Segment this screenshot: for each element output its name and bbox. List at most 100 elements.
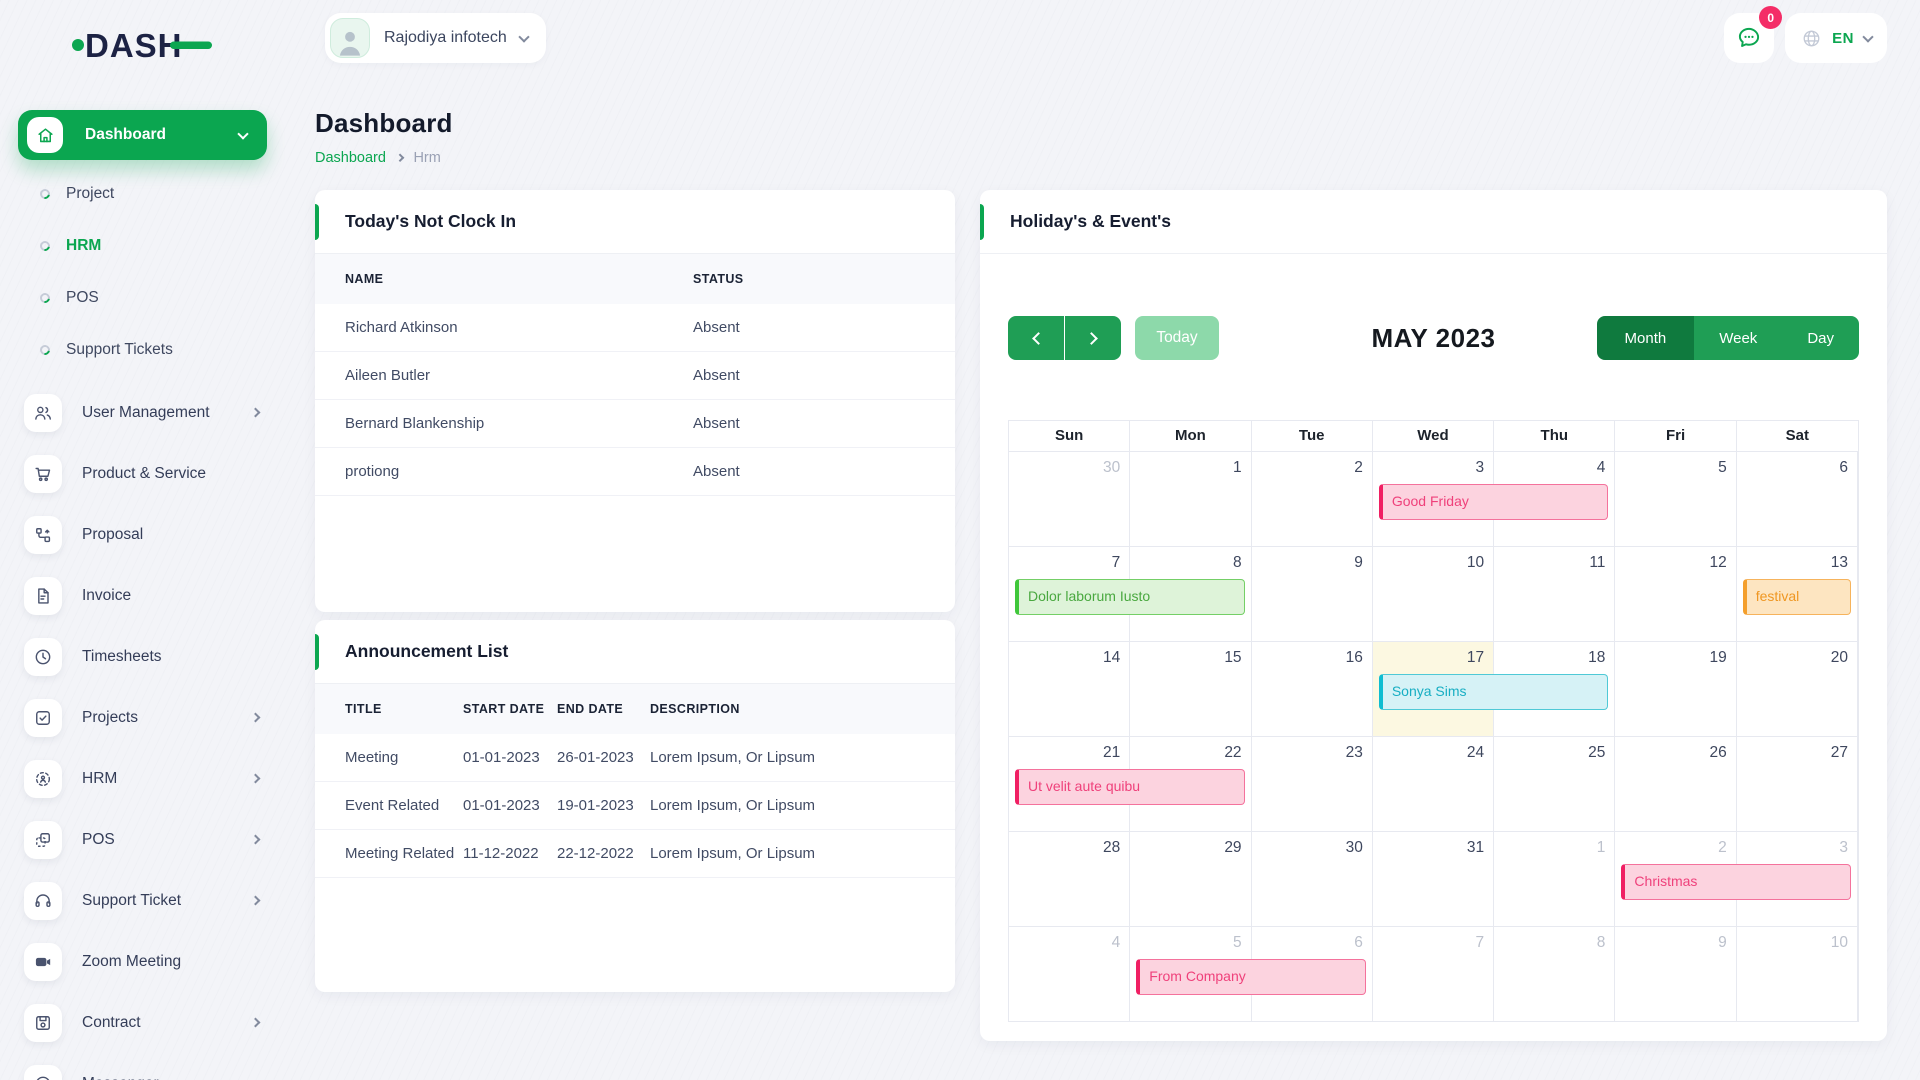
sidebar-subitem-project[interactable]: Project — [0, 168, 285, 220]
cart-icon — [24, 455, 62, 493]
end-date: 22-12-2022 — [557, 845, 650, 862]
day-cell[interactable]: 4 — [1009, 927, 1130, 1021]
day-cell[interactable]: 8 — [1494, 927, 1615, 1021]
day-cell[interactable]: 7 — [1373, 927, 1494, 1021]
day-cell[interactable]: 12 — [1615, 547, 1736, 641]
calendar-event[interactable]: festival — [1743, 579, 1851, 615]
day-cell[interactable]: 6 — [1737, 452, 1858, 546]
calendar-event[interactable]: Sonya Sims — [1379, 674, 1609, 710]
day-cell[interactable]: 24 — [1373, 737, 1494, 831]
card-header: Announcement List — [315, 620, 955, 684]
main-area: Rajodiya infotech 0 EN Dashboard — [285, 0, 1920, 1080]
checkbox-icon — [24, 699, 62, 737]
day-cell[interactable]: 11 — [1494, 547, 1615, 641]
navitem-label: Support Ticket — [82, 892, 181, 910]
status-value: Absent — [693, 319, 955, 336]
day-cell[interactable]: 10 — [1373, 547, 1494, 641]
day-cell[interactable]: 15 — [1130, 642, 1251, 736]
language-selector[interactable]: EN — [1785, 13, 1887, 63]
calendar-view-switcher: Month Week Day — [1597, 316, 1859, 360]
view-week-button[interactable]: Week — [1694, 316, 1782, 360]
sidebar-subitem-pos[interactable]: POS — [0, 272, 285, 324]
day-cell[interactable]: 30 — [1009, 452, 1130, 546]
sidebar-subitem-hrm[interactable]: HRM — [0, 220, 285, 272]
sidebar-item-contract[interactable]: Contract — [0, 992, 285, 1053]
calendar-event[interactable]: Ut velit aute quibu — [1015, 769, 1245, 805]
company-avatar — [330, 18, 370, 58]
day-cell[interactable]: 1 — [1130, 452, 1251, 546]
description: Lorem Ipsum, Or Lipsum — [650, 749, 955, 766]
day-cell[interactable]: 2 — [1252, 452, 1373, 546]
end-date: 19-01-2023 — [557, 797, 650, 814]
announcement-title: Meeting Related — [345, 845, 463, 862]
company-selector[interactable]: Rajodiya infotech — [325, 13, 546, 63]
breadcrumb-root-link[interactable]: Dashboard — [315, 150, 386, 166]
breadcrumb-separator-icon — [396, 154, 404, 162]
sidebar-item-zoom-meeting[interactable]: Zoom Meeting — [0, 931, 285, 992]
sidebar-item-pos[interactable]: POS — [0, 809, 285, 870]
day-cell[interactable]: 29 — [1130, 832, 1251, 926]
start-date: 01-01-2023 — [463, 797, 557, 814]
day-cell[interactable]: 10 — [1737, 927, 1858, 1021]
page-head: Dashboard Dashboard Hrm — [315, 108, 453, 166]
calendar-week-row: 21 22 23 24 25 26 27 Ut velit aute quibu — [1009, 736, 1858, 831]
day-cell[interactable]: 27 — [1737, 737, 1858, 831]
calendar-event[interactable]: Christmas — [1621, 864, 1851, 900]
calendar-week-row: 30 1 2 3 4 5 6 Good Friday — [1009, 451, 1858, 546]
day-cell[interactable]: 5 — [1615, 452, 1736, 546]
sidebar-item-support-ticket[interactable]: Support Ticket — [0, 870, 285, 931]
day-cell[interactable]: 14 — [1009, 642, 1130, 736]
subitem-label: Support Tickets — [66, 341, 173, 359]
column-header-status: STATUS — [693, 272, 955, 286]
day-cell[interactable]: 26 — [1615, 737, 1736, 831]
calendar-event[interactable]: From Company — [1136, 959, 1366, 995]
svg-text:DASH: DASH — [85, 27, 183, 64]
column-header-end: END DATE — [557, 702, 650, 716]
sidebar-item-proposal[interactable]: Proposal — [0, 504, 285, 565]
calendar-week-row: 4 5 6 7 8 9 10 From Company — [1009, 926, 1858, 1021]
navitem-label: Zoom Meeting — [82, 953, 181, 971]
day-cell[interactable]: 25 — [1494, 737, 1615, 831]
card-header: Today's Not Clock In — [315, 190, 955, 254]
sidebar-item-invoice[interactable]: Invoice — [0, 565, 285, 626]
calendar-card: Holiday's & Event's Today MAY 2023 Month… — [980, 190, 1887, 1041]
navitem-label: Projects — [82, 709, 138, 727]
day-cell[interactable]: 9 — [1615, 927, 1736, 1021]
sidebar-item-user-management[interactable]: User Management — [0, 382, 285, 443]
calendar-toolbar: Today MAY 2023 Month Week Day — [1008, 316, 1859, 360]
day-cell[interactable]: 16 — [1252, 642, 1373, 736]
day-cell[interactable]: 28 — [1009, 832, 1130, 926]
sidebar-item-dashboard[interactable]: Dashboard — [18, 110, 267, 160]
column-header-name: NAME — [345, 272, 693, 286]
calendar-event[interactable]: Dolor laborum Iusto — [1015, 579, 1245, 615]
day-cell[interactable]: 30 — [1252, 832, 1373, 926]
messages-button[interactable]: 0 — [1724, 13, 1774, 63]
brand-logo[interactable]: DASH — [70, 26, 285, 64]
start-date: 11-12-2022 — [463, 845, 557, 862]
sidebar-item-messenger[interactable]: Messenger — [0, 1053, 285, 1080]
view-month-button[interactable]: Month — [1597, 316, 1695, 360]
navitem-label: Timesheets — [82, 648, 162, 666]
sidebar-subitem-support-tickets[interactable]: Support Tickets — [0, 324, 285, 376]
day-cell[interactable]: 20 — [1737, 642, 1858, 736]
breadcrumb: Dashboard Hrm — [315, 150, 453, 166]
sidebar-item-hrm[interactable]: HRM — [0, 748, 285, 809]
view-day-button[interactable]: Day — [1782, 316, 1859, 360]
day-cell[interactable]: 9 — [1252, 547, 1373, 641]
column-header-title: TITLE — [345, 702, 463, 716]
dow-label: Mon — [1130, 421, 1251, 451]
language-code: EN — [1832, 30, 1854, 47]
sidebar-item-timesheets[interactable]: Timesheets — [0, 626, 285, 687]
sidebar-item-product-service[interactable]: Product & Service — [0, 443, 285, 504]
day-cell[interactable]: 19 — [1615, 642, 1736, 736]
calendar-event[interactable]: Good Friday — [1379, 484, 1609, 520]
sidebar-item-projects[interactable]: Projects — [0, 687, 285, 748]
chevron-right-icon — [251, 408, 261, 418]
day-cell[interactable]: 1 — [1494, 832, 1615, 926]
calendar-week-row: 7 8 9 10 11 12 13 Dolor laborum Iusto fe… — [1009, 546, 1858, 641]
day-cell[interactable]: 31 — [1373, 832, 1494, 926]
invoice-icon — [24, 577, 62, 615]
sidebar-nav: User Management Product & Service — [0, 382, 285, 1080]
day-cell[interactable]: 23 — [1252, 737, 1373, 831]
not-clock-in-card: Today's Not Clock In NAME STATUS Richard… — [315, 190, 955, 612]
